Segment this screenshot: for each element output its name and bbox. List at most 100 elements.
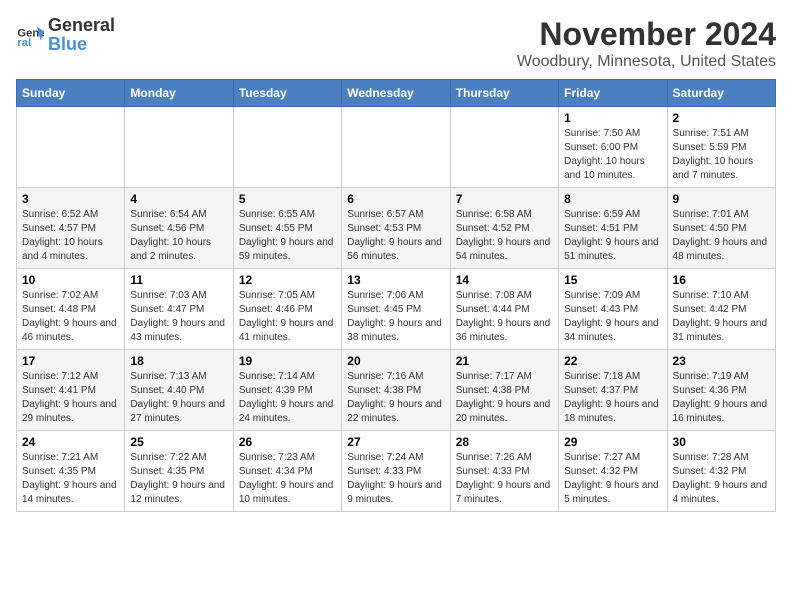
day-info: Sunrise: 7:24 AM Sunset: 4:33 PM Dayligh… <box>347 451 444 507</box>
logo-blue: Blue <box>48 34 87 54</box>
calendar-header-monday: Monday <box>125 80 233 107</box>
calendar-cell: 7 Sunrise: 6:58 AM Sunset: 4:52 PM Daylig… <box>450 188 558 269</box>
header: Gene ral General Blue November 2024 Wood… <box>16 16 776 71</box>
calendar-cell: 3 Sunrise: 6:52 AM Sunset: 4:57 PM Daylig… <box>17 188 125 269</box>
day-info: Sunrise: 7:09 AM Sunset: 4:43 PM Dayligh… <box>564 289 661 345</box>
day-info: Sunrise: 7:06 AM Sunset: 4:45 PM Dayligh… <box>347 289 444 345</box>
day-info: Sunrise: 6:58 AM Sunset: 4:52 PM Dayligh… <box>456 208 553 264</box>
calendar-week-3: 10 Sunrise: 7:02 AM Sunset: 4:48 PM Dayli… <box>17 269 776 350</box>
day-number: 8 <box>564 192 661 206</box>
day-info: Sunrise: 7:02 AM Sunset: 4:48 PM Dayligh… <box>22 289 119 345</box>
day-info: Sunrise: 7:23 AM Sunset: 4:34 PM Dayligh… <box>239 451 336 507</box>
day-info: Sunrise: 7:13 AM Sunset: 4:40 PM Dayligh… <box>130 370 227 426</box>
calendar-cell: 25 Sunrise: 7:22 AM Sunset: 4:35 PM Dayli… <box>125 431 233 512</box>
calendar-cell: 26 Sunrise: 7:23 AM Sunset: 4:34 PM Dayli… <box>233 431 341 512</box>
month-title: November 2024 <box>517 16 776 53</box>
title-area: November 2024 Woodbury, Minnesota, Unite… <box>517 16 776 71</box>
day-number: 24 <box>22 435 119 449</box>
day-number: 19 <box>239 354 336 368</box>
day-number: 18 <box>130 354 227 368</box>
day-number: 22 <box>564 354 661 368</box>
day-info: Sunrise: 7:18 AM Sunset: 4:37 PM Dayligh… <box>564 370 661 426</box>
calendar-cell: 12Sunrise: 7:05 AM Sunset: 4:46 PM Dayli… <box>233 269 341 350</box>
day-number: 16 <box>673 273 770 287</box>
calendar-cell: 6 Sunrise: 6:57 AM Sunset: 4:53 PM Daylig… <box>342 188 450 269</box>
day-info: Sunrise: 6:57 AM Sunset: 4:53 PM Dayligh… <box>347 208 444 264</box>
day-info: Sunrise: 7:17 AM Sunset: 4:38 PM Dayligh… <box>456 370 553 426</box>
calendar-cell: 18 Sunrise: 7:13 AM Sunset: 4:40 PM Dayli… <box>125 350 233 431</box>
day-info: Sunrise: 7:28 AM Sunset: 4:32 PM Dayligh… <box>673 451 770 507</box>
calendar-header-sunday: Sunday <box>17 80 125 107</box>
day-number: 20 <box>347 354 444 368</box>
logo-icon: Gene ral <box>16 21 44 49</box>
day-number: 15 <box>564 273 661 287</box>
day-info: Sunrise: 6:55 AM Sunset: 4:55 PM Dayligh… <box>239 208 336 264</box>
day-number: 28 <box>456 435 553 449</box>
calendar-cell <box>342 107 450 188</box>
calendar-header-wednesday: Wednesday <box>342 80 450 107</box>
day-number: 29 <box>564 435 661 449</box>
day-number: 3 <box>22 192 119 206</box>
calendar-cell: 27 Sunrise: 7:24 AM Sunset: 4:33 PM Dayli… <box>342 431 450 512</box>
calendar-cell: 10 Sunrise: 7:02 AM Sunset: 4:48 PM Dayli… <box>17 269 125 350</box>
day-number: 13 <box>347 273 444 287</box>
day-info: Sunrise: 7:26 AM Sunset: 4:33 PM Dayligh… <box>456 451 553 507</box>
calendar-cell: 22 Sunrise: 7:18 AM Sunset: 4:37 PM Dayli… <box>559 350 667 431</box>
day-number: 9 <box>673 192 770 206</box>
logo-general: General <box>48 15 115 35</box>
calendar-week-5: 24 Sunrise: 7:21 AM Sunset: 4:35 PM Dayli… <box>17 431 776 512</box>
day-number: 26 <box>239 435 336 449</box>
calendar-week-2: 3 Sunrise: 6:52 AM Sunset: 4:57 PM Daylig… <box>17 188 776 269</box>
calendar-header-tuesday: Tuesday <box>233 80 341 107</box>
calendar-cell: 8Sunrise: 6:59 AM Sunset: 4:51 PM Daylig… <box>559 188 667 269</box>
calendar-cell <box>125 107 233 188</box>
calendar-cell: 28 Sunrise: 7:26 AM Sunset: 4:33 PM Dayli… <box>450 431 558 512</box>
day-info: Sunrise: 6:52 AM Sunset: 4:57 PM Dayligh… <box>22 208 119 264</box>
day-info: Sunrise: 6:54 AM Sunset: 4:56 PM Dayligh… <box>130 208 227 264</box>
svg-text:ral: ral <box>17 37 31 49</box>
calendar-cell <box>233 107 341 188</box>
calendar-header-thursday: Thursday <box>450 80 558 107</box>
calendar-cell: 13 Sunrise: 7:06 AM Sunset: 4:45 PM Dayli… <box>342 269 450 350</box>
day-info: Sunrise: 7:12 AM Sunset: 4:41 PM Dayligh… <box>22 370 119 426</box>
calendar-cell: 11 Sunrise: 7:03 AM Sunset: 4:47 PM Dayli… <box>125 269 233 350</box>
calendar-cell: 2Sunrise: 7:51 AM Sunset: 5:59 PM Daylig… <box>667 107 775 188</box>
calendar-cell: 23Sunrise: 7:19 AM Sunset: 4:36 PM Dayli… <box>667 350 775 431</box>
calendar-cell: 29 Sunrise: 7:27 AM Sunset: 4:32 PM Dayli… <box>559 431 667 512</box>
day-info: Sunrise: 7:27 AM Sunset: 4:32 PM Dayligh… <box>564 451 661 507</box>
logo: Gene ral General Blue <box>16 16 115 54</box>
day-number: 27 <box>347 435 444 449</box>
day-number: 10 <box>22 273 119 287</box>
day-info: Sunrise: 7:14 AM Sunset: 4:39 PM Dayligh… <box>239 370 336 426</box>
calendar-cell: 15 Sunrise: 7:09 AM Sunset: 4:43 PM Dayli… <box>559 269 667 350</box>
calendar-cell: 9Sunrise: 7:01 AM Sunset: 4:50 PM Daylig… <box>667 188 775 269</box>
calendar-header-friday: Friday <box>559 80 667 107</box>
calendar-week-1: 1 Sunrise: 7:50 AM Sunset: 6:00 PM Daylig… <box>17 107 776 188</box>
calendar-header-saturday: Saturday <box>667 80 775 107</box>
calendar-cell: 4Sunrise: 6:54 AM Sunset: 4:56 PM Daylig… <box>125 188 233 269</box>
day-info: Sunrise: 7:21 AM Sunset: 4:35 PM Dayligh… <box>22 451 119 507</box>
day-number: 14 <box>456 273 553 287</box>
day-info: Sunrise: 7:03 AM Sunset: 4:47 PM Dayligh… <box>130 289 227 345</box>
day-number: 11 <box>130 273 227 287</box>
day-number: 1 <box>564 111 661 125</box>
day-info: Sunrise: 7:05 AM Sunset: 4:46 PM Dayligh… <box>239 289 336 345</box>
day-number: 25 <box>130 435 227 449</box>
calendar-cell <box>450 107 558 188</box>
location-title: Woodbury, Minnesota, United States <box>517 53 776 71</box>
calendar-cell: 17Sunrise: 7:12 AM Sunset: 4:41 PM Dayli… <box>17 350 125 431</box>
day-info: Sunrise: 7:50 AM Sunset: 6:00 PM Dayligh… <box>564 127 661 183</box>
day-info: Sunrise: 7:16 AM Sunset: 4:38 PM Dayligh… <box>347 370 444 426</box>
day-info: Sunrise: 7:51 AM Sunset: 5:59 PM Dayligh… <box>673 127 770 183</box>
day-number: 6 <box>347 192 444 206</box>
calendar-cell: 19 Sunrise: 7:14 AM Sunset: 4:39 PM Dayli… <box>233 350 341 431</box>
day-info: Sunrise: 7:10 AM Sunset: 4:42 PM Dayligh… <box>673 289 770 345</box>
day-number: 5 <box>239 192 336 206</box>
day-number: 21 <box>456 354 553 368</box>
day-number: 7 <box>456 192 553 206</box>
calendar-header-row: SundayMondayTuesdayWednesdayThursdayFrid… <box>17 80 776 107</box>
calendar-week-4: 17Sunrise: 7:12 AM Sunset: 4:41 PM Dayli… <box>17 350 776 431</box>
calendar-cell: 24 Sunrise: 7:21 AM Sunset: 4:35 PM Dayli… <box>17 431 125 512</box>
day-info: Sunrise: 7:22 AM Sunset: 4:35 PM Dayligh… <box>130 451 227 507</box>
calendar-cell: 5 Sunrise: 6:55 AM Sunset: 4:55 PM Daylig… <box>233 188 341 269</box>
